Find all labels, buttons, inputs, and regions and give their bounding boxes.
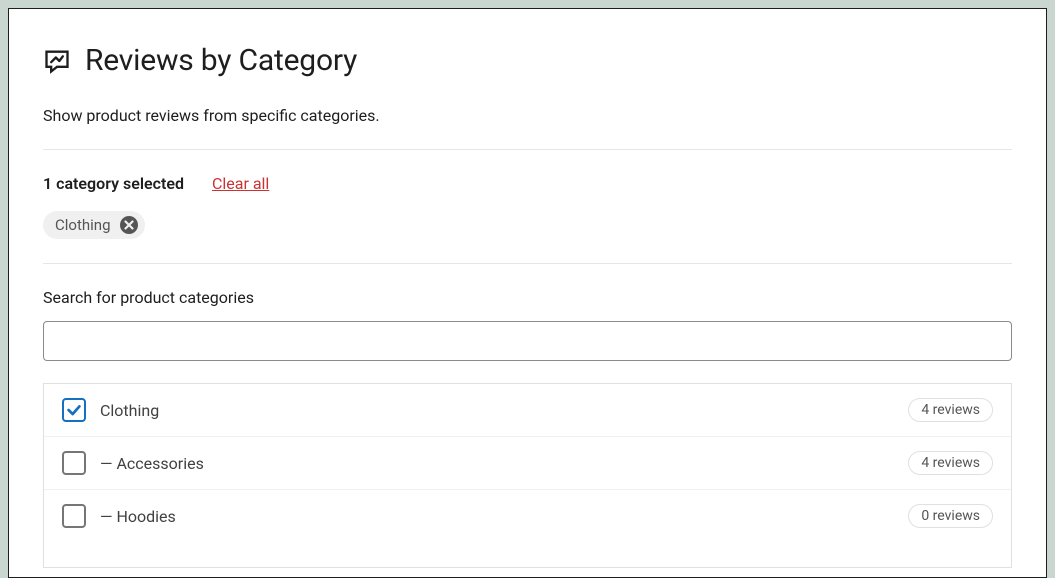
category-item[interactable]: Clothing4 reviews	[44, 384, 1011, 437]
reviews-by-category-panel: Reviews by Category Show product reviews…	[8, 8, 1047, 578]
review-count-badge: 4 reviews	[908, 398, 993, 422]
category-checkbox[interactable]	[62, 398, 86, 422]
reviews-icon	[43, 47, 71, 75]
page-title: Reviews by Category	[85, 43, 357, 78]
search-section: Search for product categories Clothing4 …	[43, 263, 1012, 568]
category-name: Clothing	[100, 401, 908, 420]
chip-remove-button[interactable]	[119, 215, 139, 235]
panel-header: Reviews by Category	[43, 43, 1012, 78]
category-checkbox[interactable]	[62, 504, 86, 528]
chip-label: Clothing	[55, 216, 111, 234]
chip-clothing: Clothing	[43, 211, 145, 239]
category-checkbox[interactable]	[62, 451, 86, 475]
category-name: — Hoodies	[100, 507, 908, 526]
category-item[interactable]: — Accessories4 reviews	[44, 437, 1011, 490]
search-label: Search for product categories	[43, 288, 1012, 307]
category-list-container: Clothing4 reviews— Accessories4 reviews—…	[43, 383, 1012, 568]
selection-summary: 1 category selected Clear all	[43, 174, 1012, 193]
category-name: — Accessories	[100, 454, 908, 473]
selected-chips: Clothing	[43, 211, 1012, 239]
search-input[interactable]	[43, 321, 1012, 361]
review-count-badge: 4 reviews	[908, 451, 993, 475]
category-item[interactable]: — Hoodies0 reviews	[44, 490, 1011, 542]
selected-count: 1 category selected	[43, 174, 184, 193]
panel-description: Show product reviews from specific categ…	[43, 106, 1012, 150]
review-count-badge: 0 reviews	[908, 504, 993, 528]
category-list[interactable]: Clothing4 reviews— Accessories4 reviews—…	[44, 384, 1011, 567]
clear-all-link[interactable]: Clear all	[212, 174, 269, 193]
